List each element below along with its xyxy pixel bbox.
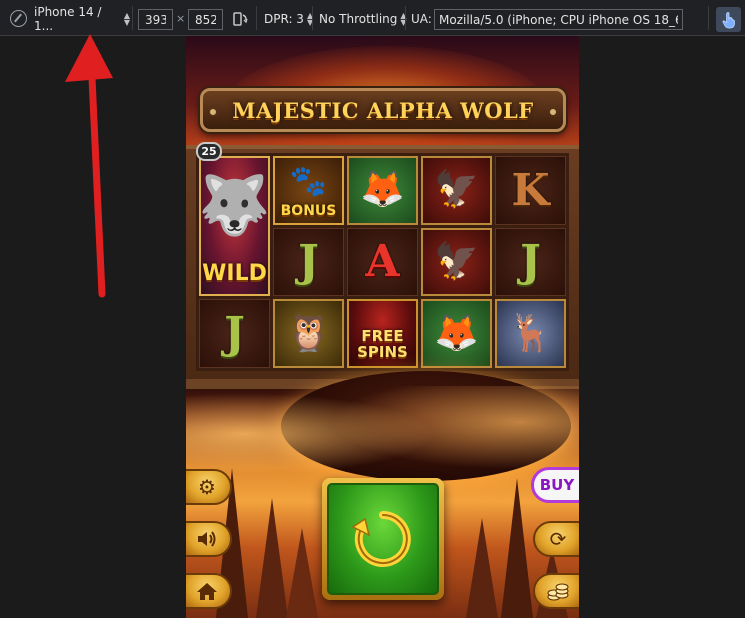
- deer-icon: 🦌: [508, 312, 553, 354]
- bonus-label: BONUS: [280, 202, 337, 219]
- paw-icon: 🐾: [289, 164, 328, 199]
- free-spins-label: FREE SPINS: [357, 326, 408, 361]
- throttling-select[interactable]: No Throttling ▲ ▼: [319, 9, 407, 29]
- home-icon: [197, 583, 217, 600]
- dpr-label: DPR: 3: [264, 12, 304, 26]
- fox-icon: 🦊: [434, 312, 479, 354]
- toolbar-divider: [256, 6, 257, 30]
- plate-stud: [209, 108, 217, 116]
- autoplay-button[interactable]: ⟳: [533, 521, 579, 557]
- toolbar-divider: [708, 6, 709, 30]
- spin-icon: [351, 511, 411, 567]
- gear-icon: ⚙: [198, 475, 216, 499]
- deer-symbol: 🦌: [495, 299, 566, 368]
- device-select[interactable]: iPhone 14 / 1... ▲ ▼: [34, 5, 130, 33]
- game-title-plate: MAJESTIC ALPHA WOLF: [200, 88, 566, 132]
- device-select-label: iPhone 14 / 1...: [34, 5, 102, 33]
- wild-label: WILD: [202, 261, 267, 287]
- free-spins-symbol: FREE SPINS: [347, 299, 418, 368]
- reel-4: 🦅 🦅 🦊: [421, 156, 492, 368]
- reel-grid: 🐺 WILD J 🐾 BONUS J 🦉 🦊 A FREE SPINS 🦅 🦅 …: [196, 153, 569, 371]
- game-title: MAJESTIC ALPHA WOLF: [232, 97, 534, 123]
- sound-button[interactable]: [186, 521, 232, 557]
- game-viewport[interactable]: MAJESTIC ALPHA WOLF 🐺 WILD J 🐾 BONUS J 🦉…: [186, 36, 579, 618]
- red-arrow-annotation: [65, 34, 113, 298]
- symbol-letter: J: [520, 236, 541, 288]
- select-arrows-icon: ▲ ▼: [123, 11, 130, 27]
- reel-5: K J 🦌: [495, 156, 566, 368]
- ua-label: UA:: [411, 12, 432, 26]
- symbol-letter: A: [365, 236, 400, 288]
- compass-icon[interactable]: [10, 10, 27, 27]
- dimension-separator: ×: [176, 12, 186, 25]
- symbol-letter: J: [298, 236, 319, 288]
- throttling-label: No Throttling: [319, 12, 398, 26]
- letter-symbol: A: [347, 227, 418, 297]
- rotate-icon[interactable]: [232, 11, 248, 27]
- letter-symbol: K: [495, 156, 566, 225]
- spin-button[interactable]: [322, 478, 444, 600]
- eagle-icon: 🦅: [434, 169, 479, 211]
- toolbar-divider: [132, 6, 133, 30]
- reel-3: 🦊 A FREE SPINS: [347, 156, 418, 368]
- toolbar-divider: [312, 6, 313, 30]
- reel-1: 🐺 WILD J: [199, 156, 270, 368]
- eagle-icon: 🦅: [434, 240, 479, 282]
- fox-icon: 🦊: [360, 169, 405, 211]
- settings-button[interactable]: ⚙: [186, 469, 232, 505]
- width-input[interactable]: [138, 9, 173, 30]
- toolbar-divider: [405, 6, 406, 30]
- bonus-symbol: 🐾 BONUS: [273, 156, 344, 225]
- fox-symbol: 🦊: [421, 299, 492, 368]
- lines-badge: 25: [196, 142, 222, 161]
- buy-feature-button[interactable]: BUY: [531, 467, 579, 503]
- dpr-select[interactable]: DPR: 3 ▲ ▼: [264, 9, 313, 29]
- letter-symbol: J: [495, 227, 566, 297]
- symbol-letter: J: [224, 308, 245, 360]
- spin-button-face: [327, 483, 439, 595]
- bet-button[interactable]: [533, 573, 579, 609]
- letter-symbol: J: [273, 227, 344, 297]
- wolf-icon: 🐺: [199, 171, 270, 239]
- buy-label: BUY: [539, 476, 575, 494]
- user-agent-input[interactable]: [434, 9, 683, 30]
- symbol-letter: K: [511, 164, 550, 216]
- coins-icon: [547, 583, 569, 601]
- owl-symbol: 🦉: [273, 299, 344, 368]
- height-input[interactable]: [188, 9, 223, 30]
- letter-symbol: J: [199, 299, 270, 368]
- wild-symbol: 🐺 WILD: [199, 156, 270, 297]
- eagle-symbol: 🦅: [421, 227, 492, 297]
- speaker-icon: [198, 531, 216, 547]
- refresh-icon: ⟳: [549, 527, 567, 551]
- home-button[interactable]: [186, 573, 232, 609]
- fox-symbol: 🦊: [347, 156, 418, 225]
- plate-stud: [549, 108, 557, 116]
- reel-2: 🐾 BONUS J 🦉: [273, 156, 344, 368]
- eagle-symbol: 🦅: [421, 156, 492, 225]
- owl-icon: 🦉: [286, 312, 331, 354]
- hand-pointer-icon: [721, 11, 735, 28]
- touch-mode-button[interactable]: [716, 7, 741, 32]
